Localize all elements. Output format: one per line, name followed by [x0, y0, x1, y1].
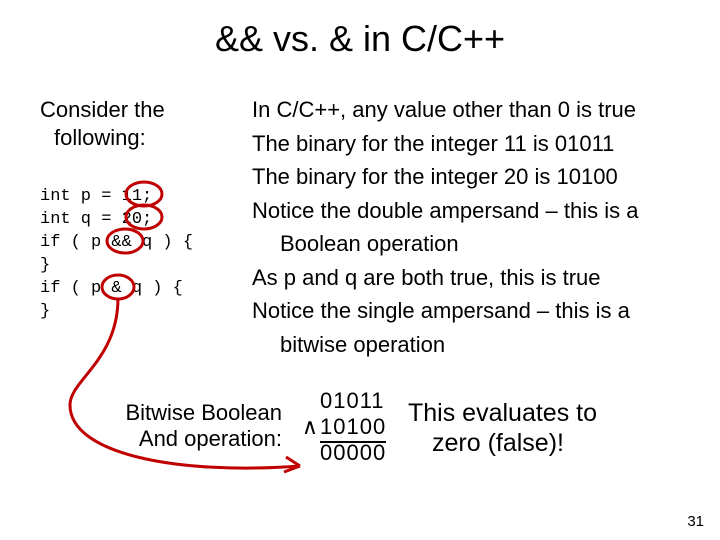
evaluates-l2: zero (false)!	[408, 429, 564, 457]
consider-line2: following:	[40, 125, 146, 150]
exp-p3: The binary for the integer 20 is 10100	[252, 163, 702, 191]
evaluates-l1: This evaluates to	[408, 399, 597, 427]
consider-line1: Consider the	[40, 97, 165, 122]
calc-b: 10100	[320, 414, 386, 443]
bitwise-calc: 01011 ∧10100 00000	[300, 388, 386, 466]
exp-p5: As p and q are both true, this is true	[252, 264, 702, 292]
arrow-head	[284, 457, 300, 472]
exp-p6b: bitwise operation	[252, 331, 702, 359]
bitwise-label: Bitwise Boolean And operation:	[72, 400, 282, 453]
bitwise-label-l1: Bitwise Boolean	[125, 400, 282, 425]
wedge-symbol: ∧	[300, 414, 318, 440]
exp-p4a: Notice the double ampersand – this is a	[252, 197, 702, 225]
exp-p2: The binary for the integer 11 is 01011	[252, 130, 702, 158]
evaluates-label: This evaluates to zero (false)!	[408, 398, 688, 458]
explanation-block: In C/C++, any value other than 0 is true…	[252, 96, 702, 364]
exp-p4b: Boolean operation	[252, 230, 702, 258]
exp-p6a: Notice the single ampersand – this is a	[252, 297, 702, 325]
slide-title: && vs. & in C/C++	[0, 18, 720, 60]
calc-result: 00000	[320, 440, 386, 465]
slide-number: 31	[687, 513, 704, 530]
code-block: int p = 11; int q = 20; if ( p && q ) { …	[40, 186, 193, 324]
consider-label: Consider the following:	[40, 96, 220, 151]
bitwise-label-l2: And operation:	[139, 426, 282, 451]
calc-a: 01011	[320, 388, 385, 413]
exp-p1: In C/C++, any value other than 0 is true	[252, 96, 702, 124]
